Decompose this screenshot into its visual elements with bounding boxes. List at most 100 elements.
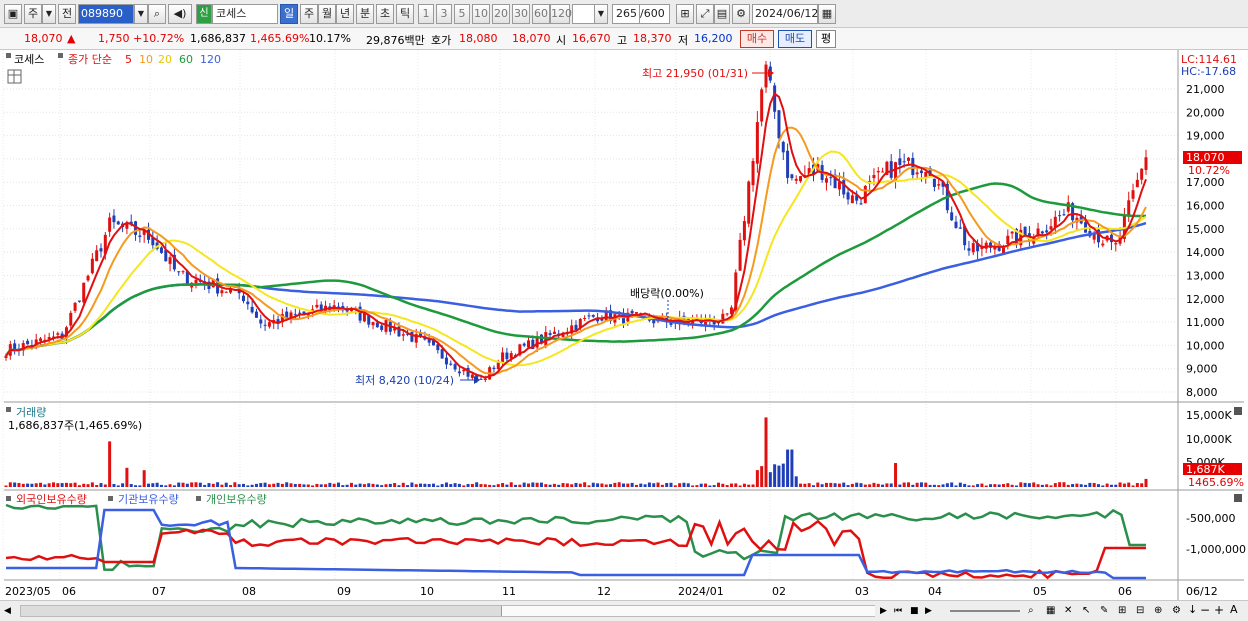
interval-button-1[interactable]: 1 — [418, 4, 434, 24]
volume-bar — [876, 483, 880, 487]
candle-body — [967, 248, 971, 251]
scroll-right-icon[interactable]: ▶ — [880, 604, 892, 618]
cursor-icon[interactable]: ↖ — [1082, 604, 1096, 618]
volume-bar — [535, 482, 539, 487]
candle-body — [755, 122, 759, 164]
ma-legend-10[interactable]: 10 — [139, 53, 153, 66]
interval-button-60[interactable]: 60 — [532, 4, 550, 24]
volume-close-icon[interactable] — [1234, 407, 1242, 415]
window-icon[interactable]: ▣ — [4, 4, 22, 24]
link-icon[interactable]: ⊕ — [1154, 604, 1168, 618]
date-input[interactable]: 2024/06/12 — [752, 4, 818, 24]
search-icon[interactable]: ⌕ — [148, 4, 166, 24]
grid-icon[interactable]: ⊞ — [1118, 604, 1132, 618]
period-tab-4[interactable]: 분 — [356, 4, 374, 24]
crosshair-icon[interactable]: ✕ — [1064, 604, 1078, 618]
interval-button-10[interactable]: 10 — [472, 4, 490, 24]
sell-button[interactable]: 매도 — [778, 30, 812, 48]
interval-button-30[interactable]: 30 — [512, 4, 530, 24]
interval-button-120[interactable]: 120 — [550, 4, 572, 24]
candle-body — [799, 176, 803, 182]
holding-legend-institution[interactable]: 기관보유수량 — [118, 493, 179, 506]
zoom-icon[interactable]: ⌕ — [1028, 604, 1042, 618]
ma-legend-60[interactable]: 60 — [179, 53, 193, 66]
volume-bar — [220, 484, 224, 487]
candle-body — [298, 312, 302, 314]
candle-body — [444, 357, 448, 365]
holding-marker-icon-3 — [196, 496, 201, 501]
candle-body — [380, 325, 384, 330]
stop-icon[interactable]: ■ — [910, 604, 922, 618]
settings-icon[interactable]: ⚙ — [1172, 604, 1186, 618]
price-tick-20000: 20,000 — [1186, 106, 1225, 119]
auto-scale-icon[interactable]: A — [1230, 603, 1242, 617]
volume-bar — [427, 483, 431, 487]
speed-slider[interactable] — [950, 610, 1020, 612]
scroll-left-icon[interactable]: ◀ — [4, 604, 16, 618]
scroll-down-icon[interactable]: ↓ — [1188, 603, 1200, 617]
period-tab-3[interactable]: 년 — [336, 4, 354, 24]
volume-bar — [142, 470, 146, 487]
lock-icon[interactable]: ⊟ — [1136, 604, 1150, 618]
volume-bar — [552, 483, 556, 487]
volume-bar — [17, 482, 21, 487]
volume-panel-title[interactable]: 거래량 — [16, 406, 46, 419]
speaker-icon[interactable]: ◀) — [168, 4, 192, 24]
volume-bar — [181, 482, 185, 487]
period-tab-1[interactable]: 주 — [300, 4, 318, 24]
save-icon[interactable]: ▤ — [714, 4, 730, 24]
rewind-icon[interactable]: ⏮ — [894, 604, 908, 618]
period-tab-0[interactable]: 일 — [280, 4, 298, 24]
period-tab-6[interactable]: 틱 — [396, 4, 414, 24]
scrollbar-thumb[interactable] — [501, 606, 875, 616]
candle-body — [548, 333, 552, 336]
gear-icon[interactable]: ⚙ — [732, 4, 750, 24]
play-icon[interactable]: ▶ — [925, 604, 937, 618]
candle-body — [69, 312, 73, 326]
volume-bar — [250, 484, 254, 487]
interval-button-20[interactable]: 20 — [492, 4, 510, 24]
type-dropdown-icon[interactable]: ▼ — [42, 4, 56, 24]
interval-button-5[interactable]: 5 — [454, 4, 470, 24]
expand-icon[interactable]: ⤢ — [696, 4, 714, 24]
zoom-out-icon[interactable]: − — [1200, 603, 1212, 617]
ma-legend-120[interactable]: 120 — [200, 53, 221, 66]
volume-bar — [1140, 483, 1144, 487]
holding-tick-1000k: -1,000,000 — [1186, 543, 1246, 556]
candle-body — [786, 150, 790, 178]
type-select[interactable]: 주 — [24, 4, 42, 24]
ma-legend-5[interactable]: 5 — [125, 53, 132, 66]
average-button[interactable]: 평 — [816, 30, 836, 48]
zoom-in-icon[interactable]: + — [1214, 603, 1226, 617]
count-input[interactable]: 265 — [612, 4, 640, 24]
candle-body — [1040, 231, 1044, 234]
prev-button[interactable]: 전 — [58, 4, 76, 24]
ma-legend-20[interactable]: 20 — [158, 53, 172, 66]
holding-legend-individual[interactable]: 개인보유수량 — [206, 493, 267, 506]
tools-icon[interactable]: ⊞ — [676, 4, 694, 24]
volume-bar — [1045, 484, 1049, 487]
period-tab-2[interactable]: 월 — [318, 4, 336, 24]
calendar-icon[interactable]: ▦ — [818, 4, 836, 24]
price-panel-name[interactable]: 코세스 — [14, 53, 44, 66]
volume-bar — [704, 483, 708, 487]
candle-body — [583, 317, 587, 319]
buy-button[interactable]: 매수 — [740, 30, 774, 48]
volume-bar — [414, 484, 418, 487]
candle-body — [924, 171, 928, 178]
holding-close-icon[interactable] — [1234, 494, 1242, 502]
scrollbar-track[interactable] — [20, 605, 875, 617]
interval-button-3[interactable]: 3 — [436, 4, 452, 24]
volume-bar — [1066, 484, 1070, 487]
code-dropdown-icon[interactable]: ▼ — [134, 4, 148, 24]
code-input[interactable]: 089890 — [78, 4, 134, 24]
layout-icon[interactable]: ▦ — [1046, 604, 1060, 618]
interval-dropdown-icon[interactable]: ▼ — [594, 4, 608, 24]
holding-legend-foreign[interactable]: 외국인보유수량 — [16, 493, 87, 506]
stock-name-field[interactable]: 코세스 — [212, 4, 278, 24]
draw-icon[interactable]: ✎ — [1100, 604, 1114, 618]
ma-legend-type[interactable]: 종가 단순 — [68, 53, 112, 66]
chart-area[interactable]: 코세스 종가 단순 5 10 20 60 120 최고 21,950 (01/3… — [0, 50, 1248, 600]
period-tab-5[interactable]: 초 — [376, 4, 394, 24]
candle-body — [721, 313, 725, 324]
